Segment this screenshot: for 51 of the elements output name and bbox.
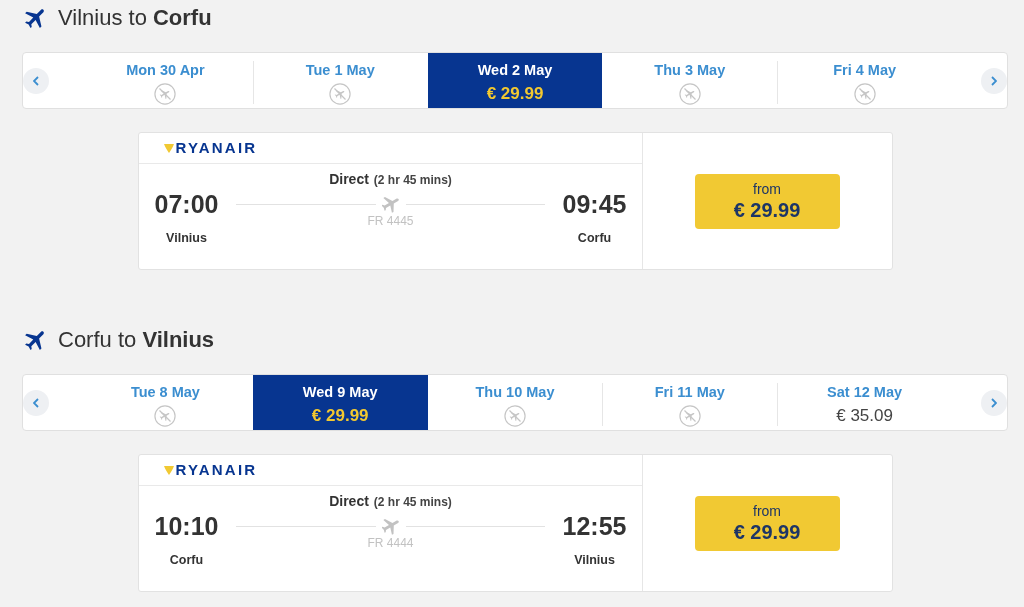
- route-title: Corfu to Vilnius: [58, 327, 215, 353]
- crossed-plane-icon: [504, 405, 526, 427]
- route-title: Vilnius to Corfu: [58, 5, 212, 31]
- date-tab[interactable]: Mon 30 Apr: [78, 53, 253, 108]
- chevron-left-icon: [33, 397, 39, 408]
- duration-label: (2 hr 45 mins): [373, 173, 452, 187]
- airline-name: RYANAIR: [175, 139, 258, 157]
- arrival-time: 12:55: [562, 512, 627, 540]
- date-tab[interactable]: Fri 4 May: [777, 53, 952, 108]
- arrival-city: Corfu: [576, 230, 613, 246]
- chevron-right-icon: [991, 75, 997, 86]
- departure-time: 07:00: [154, 190, 219, 218]
- plane-icon: [25, 7, 47, 29]
- select-fare-button[interactable]: from € 29.99: [694, 495, 840, 551]
- chevron-left-icon: [33, 75, 39, 86]
- plane-icon: [381, 517, 400, 535]
- departure-city: Vilnius: [165, 230, 208, 246]
- airline-name: RYANAIR: [175, 461, 258, 479]
- select-fare-button[interactable]: from € 29.99: [694, 173, 840, 229]
- arrival-city: Vilnius: [573, 552, 616, 568]
- previous-dates-button[interactable]: [23, 67, 49, 94]
- next-dates-button[interactable]: [981, 67, 1007, 94]
- date-tab[interactable]: Thu 3 May: [602, 53, 778, 108]
- plane-icon: [25, 329, 47, 351]
- chevron-right-icon: [991, 397, 997, 408]
- plane-icon: [381, 195, 400, 213]
- crossed-plane-icon: [678, 405, 701, 427]
- logo-mark-icon: [163, 465, 174, 475]
- logo-mark-icon: [163, 143, 174, 153]
- stops-label: Direct: [329, 171, 369, 187]
- arrival-time: 09:45: [562, 190, 627, 218]
- crossed-plane-icon: [154, 83, 177, 105]
- departure-time: 10:10: [154, 512, 219, 540]
- date-tab[interactable]: Tue 1 May: [252, 53, 428, 108]
- crossed-plane-icon: [678, 83, 701, 105]
- crossed-plane-icon: [154, 405, 177, 427]
- flight-number: FR 4444: [366, 535, 415, 551]
- stops-label: Direct: [329, 493, 369, 509]
- crossed-plane-icon: [853, 83, 876, 105]
- date-tab[interactable]: Fri 11 May: [602, 375, 778, 430]
- flight-number: FR 4445: [366, 213, 415, 229]
- next-dates-button[interactable]: [981, 389, 1007, 416]
- date-tab[interactable]: Sat 12 May € 35.09: [777, 375, 952, 430]
- duration-label: (2 hr 45 mins): [373, 495, 452, 509]
- date-tab[interactable]: Wed 2 May € 29.99: [427, 53, 603, 108]
- crossed-plane-icon: [329, 83, 352, 105]
- date-tab[interactable]: Wed 9 May € 29.99: [252, 375, 428, 430]
- previous-dates-button[interactable]: [23, 389, 49, 416]
- date-tab[interactable]: Thu 10 May: [427, 375, 603, 430]
- date-tab[interactable]: Tue 8 May: [78, 375, 253, 430]
- departure-city: Corfu: [168, 552, 205, 568]
